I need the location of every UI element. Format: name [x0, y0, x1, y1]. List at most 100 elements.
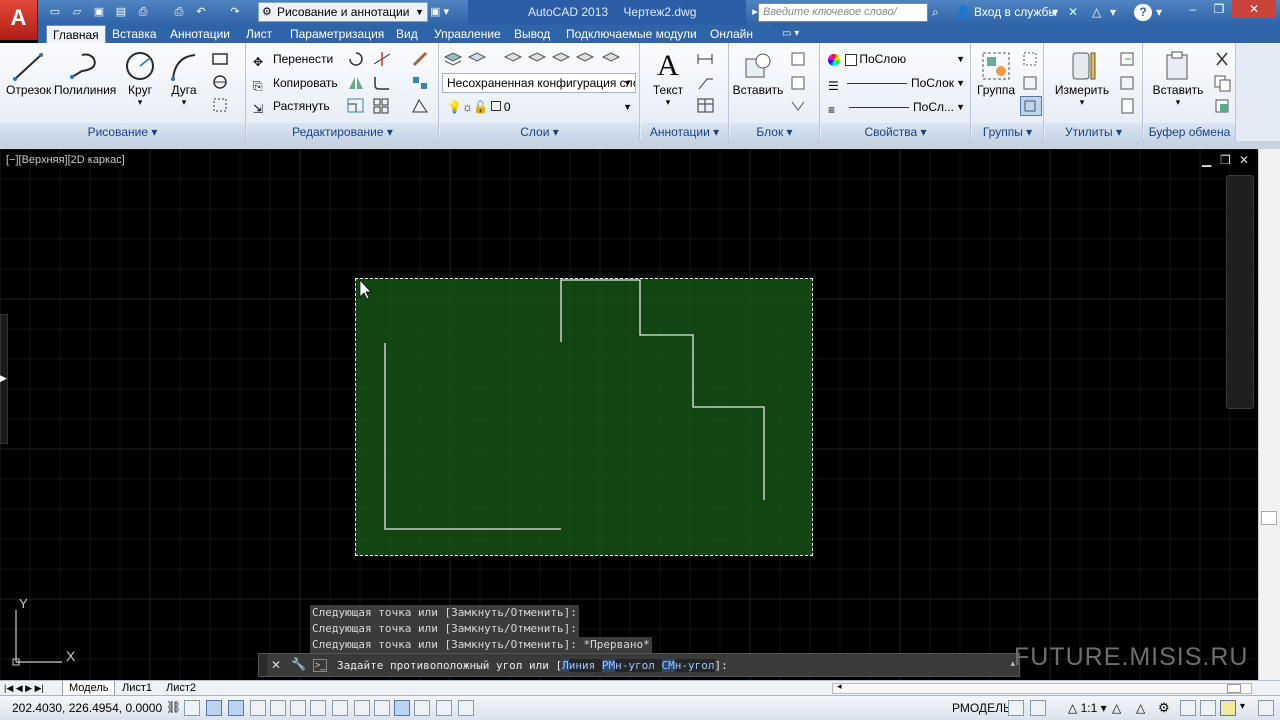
measure-button[interactable]: Измерить ▾ — [1051, 49, 1113, 108]
tab-model[interactable]: Модель — [62, 681, 116, 696]
draw-panel-title[interactable]: Рисование ▾ — [0, 123, 245, 141]
stretch-button[interactable]: ⇲ Растянуть — [253, 96, 330, 116]
trim-icon[interactable] — [371, 49, 393, 69]
more-dropdown-icon[interactable]: ▾ — [1110, 4, 1116, 21]
properties-panel-title[interactable]: Свойства ▾ — [821, 123, 970, 141]
select-all-icon[interactable] — [1117, 73, 1139, 93]
annotation-panel-title[interactable]: Аннотации ▾ — [641, 123, 728, 141]
ungroup-icon[interactable] — [1020, 49, 1042, 69]
command-line[interactable]: ✕ 🔧 >_ Задайте противоположный угол или … — [258, 653, 1020, 677]
scrollbar-thumb[interactable] — [1261, 511, 1277, 525]
dimension-icon[interactable] — [695, 49, 717, 69]
signin-button[interactable]: Вход в службы — [974, 4, 1057, 21]
layer-state-combo[interactable]: Несохраненная конфигурация сло ▼ — [442, 73, 636, 93]
model-space-button[interactable]: РМОДЕЛЬ — [952, 696, 1011, 720]
lineweight-toggle-icon[interactable] — [374, 700, 390, 716]
rectangle-icon[interactable] — [210, 49, 232, 69]
hatch-icon[interactable] — [210, 72, 232, 92]
clean-screen-icon[interactable] — [1258, 700, 1274, 716]
linetype-combo[interactable]: ☰ ПоСлок ▼ — [823, 73, 969, 93]
paste-button[interactable]: Вставить ▾ — [1150, 49, 1206, 108]
groups-panel-title[interactable]: Группы ▾ — [972, 123, 1043, 141]
layer-isolate-icon[interactable] — [502, 49, 524, 69]
tab-insert[interactable]: Вставка — [106, 25, 163, 43]
annotation-monitor-icon[interactable] — [458, 700, 474, 716]
array-icon[interactable] — [371, 96, 393, 116]
workspace-switch-gear-icon[interactable]: ⚙ — [1158, 700, 1170, 716]
status-menu-icon[interactable]: ▾ — [1240, 701, 1245, 712]
undo-icon[interactable]: ↶ — [192, 3, 210, 21]
maximize-button[interactable]: ❐ — [1206, 0, 1232, 18]
tab-layout[interactable]: Лист — [240, 25, 278, 43]
tab-sheet1[interactable]: Лист1 — [116, 681, 158, 696]
copy-button[interactable]: ⎘ Копировать — [253, 73, 338, 93]
layer-freeze-icon[interactable] — [526, 49, 548, 69]
autoscale-icon[interactable]: △ — [1136, 701, 1145, 715]
calculator-icon[interactable] — [1117, 96, 1139, 116]
measure-dropdown-icon[interactable]: ▾ — [1051, 97, 1113, 108]
snap-mode-icon[interactable] — [184, 700, 200, 716]
scroll-left-icon[interactable]: ◂ — [837, 681, 842, 692]
redo-icon[interactable]: ↷ — [226, 3, 244, 21]
clipboard-panel-title[interactable]: Буфер обмена — [1144, 123, 1235, 141]
open-file-icon[interactable]: ▱ — [68, 3, 86, 21]
annotation-visibility-icon[interactable]: △ — [1112, 701, 1121, 715]
close-icon[interactable]: ✕ — [271, 658, 281, 672]
utilities-panel-title[interactable]: Утилиты ▾ — [1045, 123, 1142, 141]
offset-icon[interactable] — [409, 96, 431, 116]
color-combo[interactable]: ПоСлою ▼ — [823, 49, 969, 69]
application-menu-button[interactable]: A — [0, 0, 38, 40]
horizontal-scrollbar[interactable]: ◂ — [832, 681, 1252, 694]
arc-button[interactable]: Дуга ▾ — [164, 49, 204, 108]
close-button[interactable]: ✕ — [1232, 0, 1276, 18]
object-snap-tracking-icon[interactable] — [310, 700, 326, 716]
command-line-grip[interactable] — [259, 654, 267, 676]
wrench-icon[interactable]: 🔧 — [291, 657, 306, 671]
block-panel-title[interactable]: Блок ▾ — [730, 123, 819, 141]
text-dropdown-icon[interactable]: ▾ — [645, 97, 691, 108]
keyword-smn-key[interactable]: СМ — [661, 659, 675, 672]
match-properties-icon[interactable] — [1212, 96, 1234, 116]
quick-select-icon[interactable] — [1117, 49, 1139, 69]
signin-dropdown-icon[interactable]: ▾ — [1052, 4, 1058, 21]
quick-access-menu-button[interactable]: ▣ ▾ — [430, 3, 460, 21]
arc-dropdown-icon[interactable]: ▾ — [164, 97, 204, 108]
keyword-rmn[interactable]: н-угол — [615, 659, 662, 672]
cut-icon[interactable] — [1212, 49, 1234, 69]
new-file-icon[interactable]: ▭ — [46, 3, 64, 21]
tab-plugins[interactable]: Подключаемые модули — [560, 25, 703, 43]
lock-ui-icon[interactable] — [1180, 700, 1196, 716]
hardware-acceleration-icon[interactable] — [1200, 700, 1216, 716]
isolate-objects-bulb-icon[interactable] — [1220, 700, 1236, 716]
mirror-icon[interactable] — [345, 73, 367, 93]
group-edit-icon[interactable] — [1020, 73, 1042, 93]
leader-icon[interactable] — [695, 73, 717, 93]
layer-combo[interactable]: 💡☼🔓 0 ▼ — [442, 97, 636, 117]
drawn-polyline-left[interactable] — [384, 343, 561, 530]
fillet-icon[interactable] — [371, 73, 393, 93]
layer-lock-icon[interactable] — [574, 49, 596, 69]
explode-icon[interactable] — [409, 73, 431, 93]
quick-view-layouts-icon[interactable] — [1008, 700, 1024, 716]
erase-icon[interactable] — [409, 49, 431, 69]
binoculars-icon[interactable]: ⌕ — [932, 4, 939, 21]
polar-tracking-icon[interactable] — [250, 700, 266, 716]
insert-block-button[interactable]: Вставить — [732, 49, 784, 97]
table-icon[interactable] — [695, 96, 717, 116]
keyword-smn[interactable]: н-угол — [674, 659, 715, 672]
ducs-icon[interactable] — [332, 700, 348, 716]
layout-nav-icons[interactable]: |◀ ◀ ▶ ▶| — [4, 681, 44, 696]
print-icon[interactable]: ⎙ — [134, 3, 152, 21]
quick-view-drawings-icon[interactable] — [1030, 700, 1046, 716]
drawing-canvas[interactable]: [−][Верхняя][2D каркас] ▁ ❐ ✕ ▶ Y X След… — [0, 149, 1258, 680]
autodesk-icon[interactable]: △ — [1092, 4, 1101, 21]
attribute-icon[interactable] — [788, 96, 810, 116]
tab-view[interactable]: Вид — [390, 25, 424, 43]
infer-constraints-icon[interactable]: ⛓ — [166, 700, 181, 714]
group-button[interactable]: Группа — [974, 49, 1018, 97]
edit-block-icon[interactable] — [788, 73, 810, 93]
layer-off-icon[interactable] — [550, 49, 572, 69]
workspace-selector[interactable]: ⚙ Рисование и аннотации ▼ — [258, 2, 428, 22]
layer-states-icon[interactable] — [466, 49, 488, 69]
text-button[interactable]: A Текст ▾ — [645, 49, 691, 108]
